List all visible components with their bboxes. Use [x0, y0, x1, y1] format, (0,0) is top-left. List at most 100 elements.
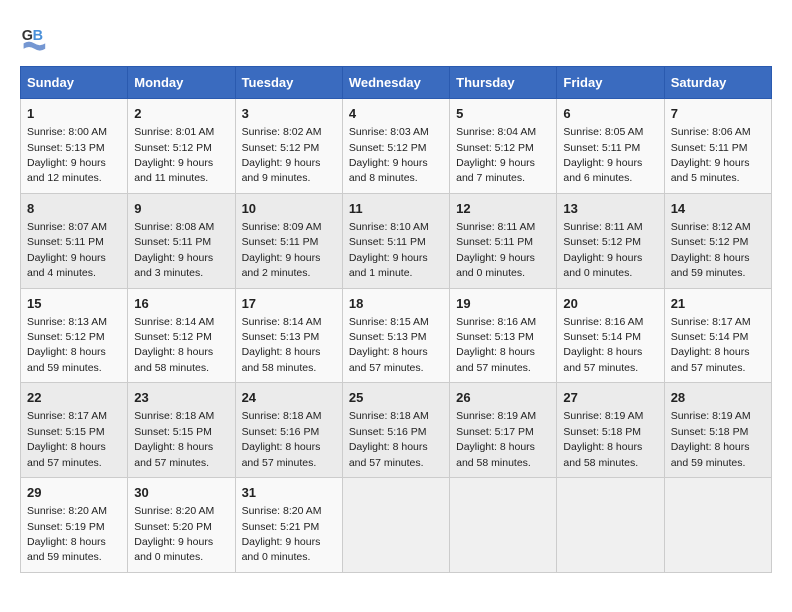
day-info: Sunrise: 8:08 AMSunset: 5:11 PMDaylight:…: [134, 221, 214, 279]
calendar-cell: 23 Sunrise: 8:18 AMSunset: 5:15 PMDaylig…: [128, 383, 235, 478]
day-number: 29: [27, 484, 121, 502]
day-number: 7: [671, 105, 765, 123]
logo-icon: G B: [20, 20, 56, 56]
week-row-5: 29 Sunrise: 8:20 AMSunset: 5:19 PMDaylig…: [21, 478, 772, 573]
day-number: 13: [563, 200, 657, 218]
calendar-cell: 15 Sunrise: 8:13 AMSunset: 5:12 PMDaylig…: [21, 288, 128, 383]
day-info: Sunrise: 8:18 AMSunset: 5:15 PMDaylight:…: [134, 410, 214, 468]
calendar-cell: 29 Sunrise: 8:20 AMSunset: 5:19 PMDaylig…: [21, 478, 128, 573]
day-info: Sunrise: 8:16 AMSunset: 5:14 PMDaylight:…: [563, 316, 643, 374]
calendar-cell: [557, 478, 664, 573]
day-number: 19: [456, 295, 550, 313]
day-number: 14: [671, 200, 765, 218]
weekday-header-friday: Friday: [557, 67, 664, 99]
day-info: Sunrise: 8:15 AMSunset: 5:13 PMDaylight:…: [349, 316, 429, 374]
calendar-cell: 1 Sunrise: 8:00 AMSunset: 5:13 PMDayligh…: [21, 99, 128, 194]
logo: G B: [20, 20, 62, 56]
weekday-header-sunday: Sunday: [21, 67, 128, 99]
week-row-3: 15 Sunrise: 8:13 AMSunset: 5:12 PMDaylig…: [21, 288, 772, 383]
calendar-cell: [342, 478, 449, 573]
day-info: Sunrise: 8:19 AMSunset: 5:18 PMDaylight:…: [671, 410, 751, 468]
day-info: Sunrise: 8:11 AMSunset: 5:12 PMDaylight:…: [563, 221, 642, 279]
weekday-header-tuesday: Tuesday: [235, 67, 342, 99]
calendar-cell: 22 Sunrise: 8:17 AMSunset: 5:15 PMDaylig…: [21, 383, 128, 478]
calendar-header: SundayMondayTuesdayWednesdayThursdayFrid…: [21, 67, 772, 99]
day-number: 23: [134, 389, 228, 407]
day-number: 31: [242, 484, 336, 502]
day-number: 17: [242, 295, 336, 313]
day-number: 2: [134, 105, 228, 123]
calendar-cell: 26 Sunrise: 8:19 AMSunset: 5:17 PMDaylig…: [450, 383, 557, 478]
calendar-cell: 9 Sunrise: 8:08 AMSunset: 5:11 PMDayligh…: [128, 193, 235, 288]
day-info: Sunrise: 8:20 AMSunset: 5:21 PMDaylight:…: [242, 505, 322, 563]
day-info: Sunrise: 8:02 AMSunset: 5:12 PMDaylight:…: [242, 126, 322, 184]
calendar-cell: 6 Sunrise: 8:05 AMSunset: 5:11 PMDayligh…: [557, 99, 664, 194]
calendar-cell: 7 Sunrise: 8:06 AMSunset: 5:11 PMDayligh…: [664, 99, 771, 194]
weekday-header-row: SundayMondayTuesdayWednesdayThursdayFrid…: [21, 67, 772, 99]
calendar-cell: 4 Sunrise: 8:03 AMSunset: 5:12 PMDayligh…: [342, 99, 449, 194]
day-info: Sunrise: 8:10 AMSunset: 5:11 PMDaylight:…: [349, 221, 429, 279]
calendar-cell: 3 Sunrise: 8:02 AMSunset: 5:12 PMDayligh…: [235, 99, 342, 194]
day-info: Sunrise: 8:06 AMSunset: 5:11 PMDaylight:…: [671, 126, 751, 184]
day-info: Sunrise: 8:17 AMSunset: 5:14 PMDaylight:…: [671, 316, 751, 374]
day-info: Sunrise: 8:16 AMSunset: 5:13 PMDaylight:…: [456, 316, 536, 374]
day-number: 5: [456, 105, 550, 123]
week-row-4: 22 Sunrise: 8:17 AMSunset: 5:15 PMDaylig…: [21, 383, 772, 478]
day-info: Sunrise: 8:04 AMSunset: 5:12 PMDaylight:…: [456, 126, 536, 184]
calendar-cell: 30 Sunrise: 8:20 AMSunset: 5:20 PMDaylig…: [128, 478, 235, 573]
calendar-cell: [664, 478, 771, 573]
day-number: 22: [27, 389, 121, 407]
calendar-cell: 11 Sunrise: 8:10 AMSunset: 5:11 PMDaylig…: [342, 193, 449, 288]
day-number: 28: [671, 389, 765, 407]
day-info: Sunrise: 8:18 AMSunset: 5:16 PMDaylight:…: [349, 410, 429, 468]
calendar-cell: 20 Sunrise: 8:16 AMSunset: 5:14 PMDaylig…: [557, 288, 664, 383]
calendar-cell: 18 Sunrise: 8:15 AMSunset: 5:13 PMDaylig…: [342, 288, 449, 383]
day-number: 18: [349, 295, 443, 313]
svg-text:B: B: [33, 28, 43, 44]
day-number: 16: [134, 295, 228, 313]
day-info: Sunrise: 8:03 AMSunset: 5:12 PMDaylight:…: [349, 126, 429, 184]
calendar-cell: 2 Sunrise: 8:01 AMSunset: 5:12 PMDayligh…: [128, 99, 235, 194]
day-info: Sunrise: 8:14 AMSunset: 5:12 PMDaylight:…: [134, 316, 214, 374]
day-number: 24: [242, 389, 336, 407]
day-number: 21: [671, 295, 765, 313]
calendar-cell: 31 Sunrise: 8:20 AMSunset: 5:21 PMDaylig…: [235, 478, 342, 573]
calendar-table: SundayMondayTuesdayWednesdayThursdayFrid…: [20, 66, 772, 573]
day-number: 25: [349, 389, 443, 407]
day-info: Sunrise: 8:05 AMSunset: 5:11 PMDaylight:…: [563, 126, 643, 184]
svg-text:G: G: [22, 28, 33, 44]
calendar-cell: 24 Sunrise: 8:18 AMSunset: 5:16 PMDaylig…: [235, 383, 342, 478]
day-info: Sunrise: 8:09 AMSunset: 5:11 PMDaylight:…: [242, 221, 322, 279]
calendar-cell: 12 Sunrise: 8:11 AMSunset: 5:11 PMDaylig…: [450, 193, 557, 288]
calendar-cell: [450, 478, 557, 573]
day-number: 11: [349, 200, 443, 218]
day-info: Sunrise: 8:18 AMSunset: 5:16 PMDaylight:…: [242, 410, 322, 468]
calendar-cell: 10 Sunrise: 8:09 AMSunset: 5:11 PMDaylig…: [235, 193, 342, 288]
day-number: 30: [134, 484, 228, 502]
day-number: 3: [242, 105, 336, 123]
day-info: Sunrise: 8:13 AMSunset: 5:12 PMDaylight:…: [27, 316, 107, 374]
day-info: Sunrise: 8:19 AMSunset: 5:17 PMDaylight:…: [456, 410, 536, 468]
page-header: G B: [20, 20, 772, 56]
week-row-1: 1 Sunrise: 8:00 AMSunset: 5:13 PMDayligh…: [21, 99, 772, 194]
day-info: Sunrise: 8:19 AMSunset: 5:18 PMDaylight:…: [563, 410, 643, 468]
day-number: 26: [456, 389, 550, 407]
weekday-header-saturday: Saturday: [664, 67, 771, 99]
day-number: 4: [349, 105, 443, 123]
day-info: Sunrise: 8:20 AMSunset: 5:20 PMDaylight:…: [134, 505, 214, 563]
calendar-cell: 28 Sunrise: 8:19 AMSunset: 5:18 PMDaylig…: [664, 383, 771, 478]
day-number: 15: [27, 295, 121, 313]
day-info: Sunrise: 8:14 AMSunset: 5:13 PMDaylight:…: [242, 316, 322, 374]
calendar-cell: 13 Sunrise: 8:11 AMSunset: 5:12 PMDaylig…: [557, 193, 664, 288]
weekday-header-wednesday: Wednesday: [342, 67, 449, 99]
day-number: 1: [27, 105, 121, 123]
calendar-cell: 27 Sunrise: 8:19 AMSunset: 5:18 PMDaylig…: [557, 383, 664, 478]
day-number: 12: [456, 200, 550, 218]
weekday-header-thursday: Thursday: [450, 67, 557, 99]
weekday-header-monday: Monday: [128, 67, 235, 99]
day-info: Sunrise: 8:00 AMSunset: 5:13 PMDaylight:…: [27, 126, 107, 184]
calendar-cell: 16 Sunrise: 8:14 AMSunset: 5:12 PMDaylig…: [128, 288, 235, 383]
calendar-cell: 5 Sunrise: 8:04 AMSunset: 5:12 PMDayligh…: [450, 99, 557, 194]
day-number: 8: [27, 200, 121, 218]
calendar-body: 1 Sunrise: 8:00 AMSunset: 5:13 PMDayligh…: [21, 99, 772, 573]
